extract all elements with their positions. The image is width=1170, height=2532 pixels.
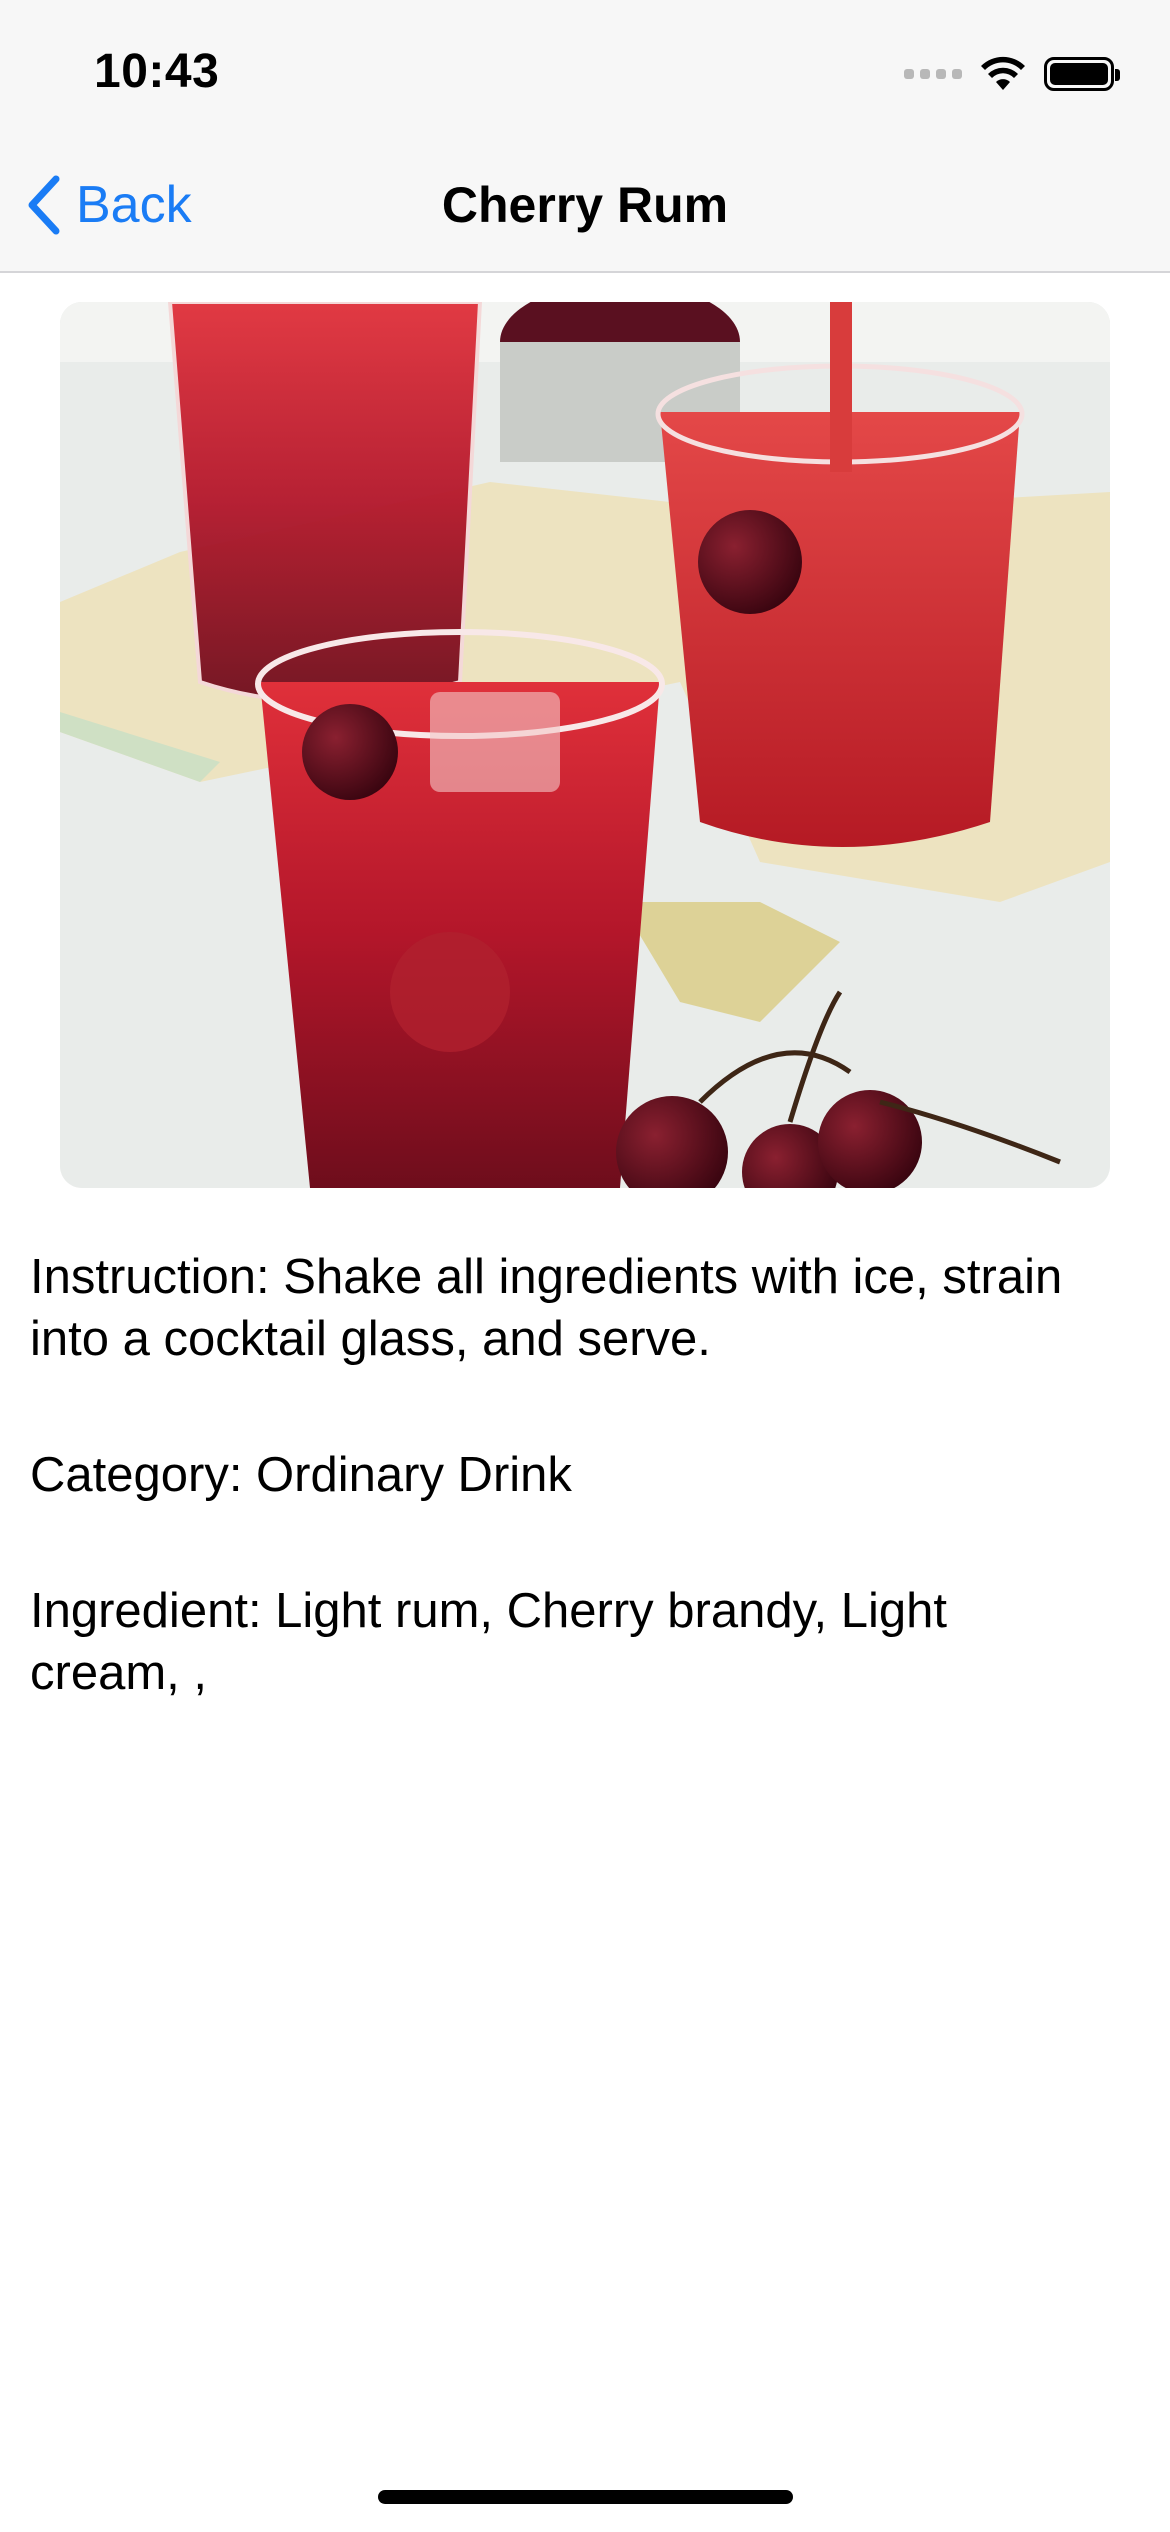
status-time: 10:43 xyxy=(94,45,220,98)
battery-icon xyxy=(1044,57,1120,91)
page-title: Cherry Rum xyxy=(441,177,729,233)
navigation-bar: Back Cherry Rum xyxy=(0,140,1170,273)
drink-detail-screen: 10:43 Back Cherry Rum Instruction: Shake… xyxy=(0,0,1170,2532)
category-text: Category: Ordinary Drink xyxy=(30,1448,572,1502)
ingredient-text: Ingredient: Light rum, Cherry brandy, Li… xyxy=(30,1584,947,1700)
status-icons xyxy=(904,54,1120,94)
drink-photo xyxy=(60,302,1110,1188)
drink-details: Instruction: Shake all ingredients with … xyxy=(30,1246,1140,1704)
status-bar: 10:43 xyxy=(0,0,1170,140)
wifi-icon xyxy=(981,56,1025,90)
instruction-text: Instruction: Shake all ingredients with … xyxy=(30,1250,1063,1366)
cellular-signal-icon xyxy=(904,69,962,79)
home-indicator[interactable] xyxy=(378,2490,793,2504)
